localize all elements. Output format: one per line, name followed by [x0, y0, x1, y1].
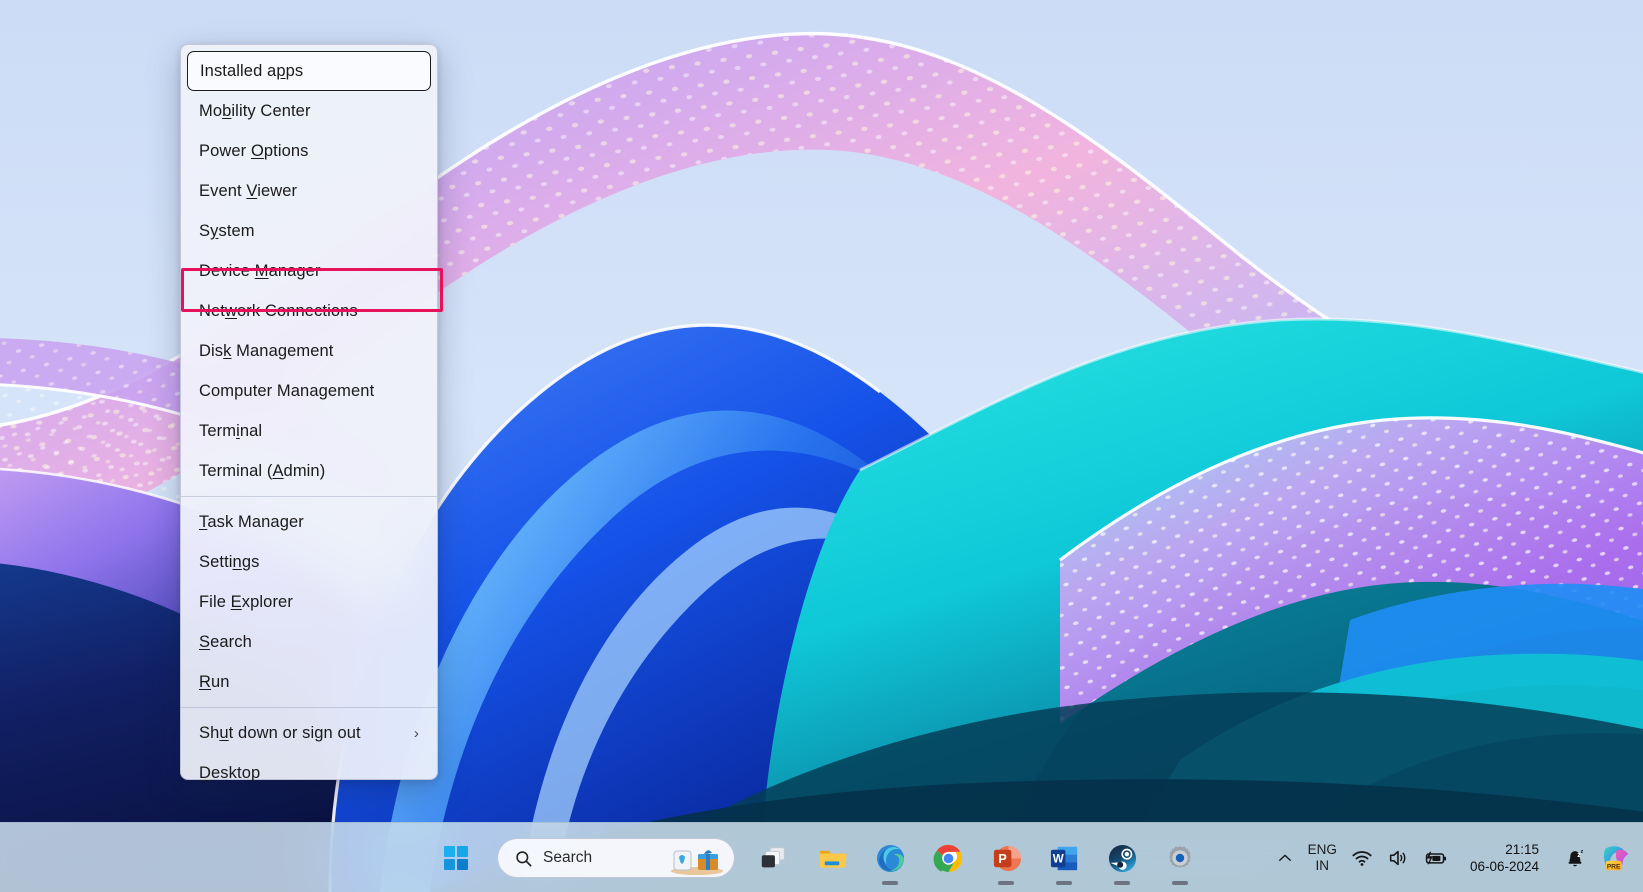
show-hidden-icons-button[interactable]	[1269, 834, 1301, 882]
menu-item-label: Task Manager	[199, 512, 304, 531]
taskbar-app-word[interactable]: W	[1040, 834, 1088, 882]
win-x-context-menu[interactable]: Installed apps Mobility Center Power Opt…	[180, 44, 443, 782]
wifi-icon	[1352, 851, 1372, 866]
language-line-2: IN	[1315, 858, 1330, 873]
battery-charging-icon	[1425, 851, 1446, 865]
copilot-button[interactable]: PRE	[1594, 834, 1635, 882]
menu-item-label: Disk Management	[199, 341, 334, 360]
taskbar-app-steam[interactable]	[1098, 834, 1146, 882]
speaker-icon	[1389, 850, 1406, 866]
taskbar-app-task-view[interactable]	[750, 834, 798, 882]
menu-item-label: Device Manager	[199, 261, 321, 280]
menu-item-network-connections[interactable]: Network Connections	[181, 291, 437, 331]
tray-date: 06-06-2024	[1469, 859, 1539, 874]
chevron-right-icon: ›	[413, 724, 419, 742]
windows-logo-icon	[444, 846, 468, 870]
menu-item-installed-apps[interactable]: Installed apps	[187, 51, 431, 91]
language-line-1: ENG	[1307, 842, 1337, 857]
search-placeholder: Search	[543, 849, 593, 866]
menu-item-computer-management[interactable]: Computer Management	[181, 371, 437, 411]
svg-text:W: W	[1052, 852, 1063, 865]
menu-item-label: Settings	[199, 552, 260, 571]
menu-item-label: Power Options	[199, 141, 309, 160]
notification-button[interactable]: z z	[1556, 834, 1594, 882]
microsoft-edge-icon	[876, 844, 904, 872]
taskbar-app-file-explorer[interactable]	[808, 834, 856, 882]
taskbar-app-powerpoint[interactable]: P	[982, 834, 1030, 882]
start-button[interactable]	[432, 834, 480, 882]
word-icon: W	[1050, 846, 1077, 870]
taskbar-app-microsoft-edge[interactable]	[866, 834, 914, 882]
menu-item-file-explorer[interactable]: File Explorer	[181, 582, 437, 622]
clock-button[interactable]: 21:15 06-06-2024	[1455, 834, 1556, 882]
menu-item-label: Mobility Center	[199, 101, 311, 120]
menu-item-disk-management[interactable]: Disk Management	[181, 331, 437, 371]
google-chrome-icon	[933, 844, 962, 872]
menu-item-label: Run	[199, 672, 230, 691]
menu-item-terminal-admin[interactable]: Terminal (Admin)	[181, 451, 437, 491]
menu-item-shut-down-or-sign-out[interactable]: Shut down or sign out ›	[181, 713, 437, 753]
notification-bell-dnd-icon: z z	[1568, 849, 1584, 867]
menu-item-label: Network Connections	[199, 301, 358, 320]
menu-item-event-viewer[interactable]: Event Viewer	[181, 171, 437, 211]
menu-item-power-options[interactable]: Power Options	[181, 131, 437, 171]
menu-item-label: Desktop	[199, 763, 261, 782]
system-tray[interactable]: ENG IN 21:15 06-06-2024 z z PRE	[1269, 823, 1643, 892]
menu-item-label: Terminal (Admin)	[199, 461, 326, 480]
network-button[interactable]	[1344, 834, 1380, 882]
menu-item-device-manager[interactable]: Device Manager	[181, 251, 437, 291]
search-icon	[516, 850, 532, 866]
menu-item-run[interactable]: Run	[181, 662, 437, 702]
menu-item-search[interactable]: Search	[181, 622, 437, 662]
task-view-icon	[761, 847, 785, 868]
copilot-badge-text: PRE	[1607, 863, 1621, 870]
menu-item-label: File Explorer	[199, 592, 293, 611]
search-decoration-icon	[671, 850, 723, 875]
menu-item-mobility-center[interactable]: Mobility Center	[181, 91, 437, 131]
menu-item-label: Search	[199, 632, 252, 651]
menu-item-label: Installed apps	[200, 61, 304, 80]
menu-item-label: Shut down or sign out	[199, 723, 361, 742]
volume-button[interactable]	[1380, 834, 1416, 882]
menu-item-settings[interactable]: Settings	[181, 542, 437, 582]
menu-item-terminal[interactable]: Terminal	[181, 411, 437, 451]
menu-item-system[interactable]: System	[181, 211, 437, 251]
settings-gear-icon	[1169, 846, 1191, 868]
menu-item-task-manager[interactable]: Task Manager	[181, 502, 437, 542]
tray-time: 21:15	[1505, 842, 1539, 857]
language-indicator[interactable]: ENG IN	[1301, 834, 1344, 882]
svg-text:z: z	[1581, 849, 1584, 855]
menu-item-label: System	[199, 221, 255, 240]
menu-separator	[181, 707, 437, 708]
menu-item-label: Computer Management	[199, 381, 375, 400]
chevron-up-icon	[1278, 854, 1291, 861]
microsoft-365-copilot-icon: PRE	[1603, 846, 1629, 870]
menu-item-label: Event Viewer	[199, 181, 298, 200]
menu-separator	[181, 496, 437, 497]
taskbar-app-settings[interactable]	[1156, 834, 1204, 882]
file-explorer-icon	[819, 850, 847, 868]
battery-button[interactable]	[1416, 834, 1455, 882]
menu-item-label: Terminal	[199, 421, 263, 440]
taskbar-app-google-chrome[interactable]	[924, 834, 972, 882]
powerpoint-icon: P	[993, 845, 1021, 871]
svg-text:P: P	[998, 851, 1006, 865]
steam-icon	[1108, 844, 1136, 872]
menu-item-desktop[interactable]: Desktop	[181, 753, 437, 793]
search-input[interactable]: Search	[497, 838, 735, 878]
taskbar[interactable]: Search P W ENG IN 21:15 06-06-2024 z z P…	[0, 822, 1643, 892]
